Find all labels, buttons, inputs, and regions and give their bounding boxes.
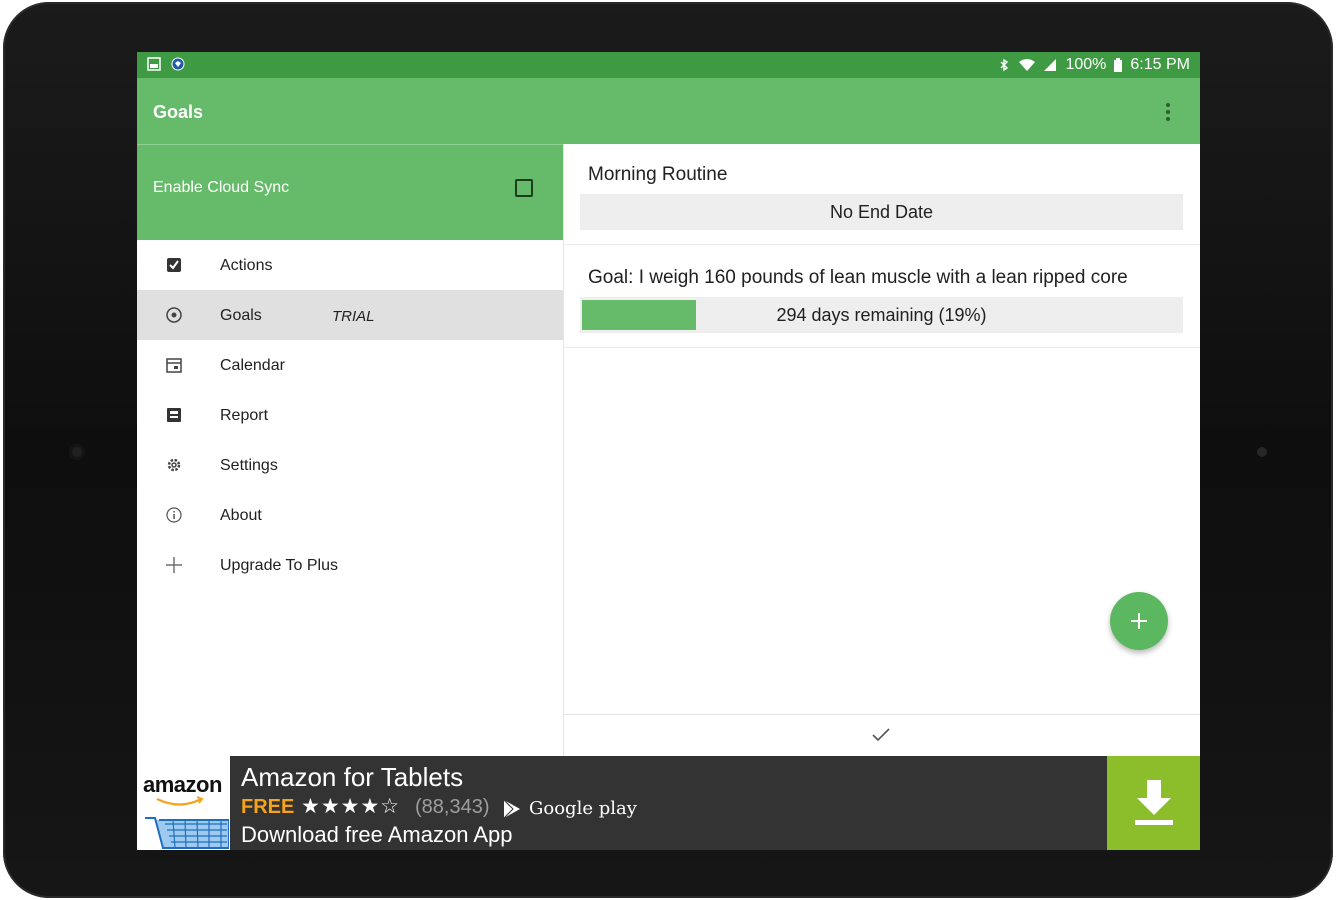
sidebar-item-label: Upgrade To Plus	[220, 557, 338, 574]
download-icon	[1134, 780, 1173, 825]
sidebar-item-settings[interactable]: Settings	[137, 440, 563, 490]
status-bar: 100% 6:15 PM	[137, 52, 1200, 78]
goal-status: 294 days remaining (19%)	[776, 305, 987, 325]
wifi-icon	[1019, 59, 1036, 71]
add-icon	[1131, 613, 1147, 629]
info-icon	[166, 507, 182, 523]
screen: 100% 6:15 PM Goals Enable Cloud Sync Act…	[137, 52, 1200, 850]
sidebar-item-label: Actions	[220, 257, 273, 274]
sidebar-item-goals[interactable]: Goals TRIAL	[137, 290, 563, 340]
checkbox-icon	[167, 258, 181, 272]
light-sensor	[1257, 447, 1267, 457]
sidebar-item-label: About	[220, 507, 262, 524]
notification-shield-icon	[171, 57, 185, 71]
cart-icon	[145, 817, 229, 849]
cell-signal-icon	[1044, 59, 1057, 71]
ad-title: Amazon for Tablets	[241, 762, 464, 792]
cloud-sync-row[interactable]: Enable Cloud Sync	[137, 144, 563, 240]
goal-progress: 294 days remaining (19%)	[580, 297, 1183, 333]
calendar-icon	[166, 358, 182, 373]
target-icon	[166, 307, 182, 323]
battery-icon	[1114, 58, 1123, 72]
front-camera	[69, 444, 85, 460]
more-vert-icon[interactable]	[1156, 100, 1180, 124]
ad-subtitle: Download free Amazon App	[241, 822, 513, 847]
report-icon	[167, 408, 181, 422]
sidebar-item-report[interactable]: Report	[137, 390, 563, 440]
sidebar-item-about[interactable]: About	[137, 490, 563, 540]
sidebar-item-upgrade[interactable]: Upgrade To Plus	[137, 540, 563, 590]
sidebar-item-label: Report	[220, 407, 269, 424]
goal-progress: No End Date	[580, 194, 1183, 230]
sidebar-item-actions[interactable]: Actions	[137, 240, 563, 290]
goal-card[interactable]: Morning Routine No End Date	[564, 144, 1200, 245]
trial-badge: TRIAL	[332, 308, 375, 325]
ad-rating-stars: ★★★★☆	[301, 795, 401, 818]
ad-store-label: Google play	[529, 798, 637, 819]
amazon-logo: amazon	[137, 756, 230, 850]
cloud-sync-label: Enable Cloud Sync	[153, 179, 290, 196]
plus-icon	[166, 557, 182, 573]
gear-icon	[167, 458, 181, 472]
google-play-icon	[503, 799, 520, 819]
goal-card[interactable]: Goal: I weigh 160 pounds of lean muscle …	[564, 245, 1200, 348]
goals-list: Morning Routine No End Date Goal: I weig…	[564, 144, 1200, 756]
ad-download-button[interactable]	[1107, 756, 1200, 850]
nav-drawer: Enable Cloud Sync Actions Goals TRIAL Ca…	[137, 144, 563, 756]
notification-image-icon	[147, 57, 161, 71]
cloud-sync-checkbox[interactable]	[515, 179, 533, 197]
completed-toggle[interactable]	[564, 714, 1200, 756]
goal-title: Morning Routine	[588, 164, 728, 185]
sidebar-item-label: Goals	[220, 307, 262, 324]
goal-status: No End Date	[829, 202, 934, 222]
amazon-smile-icon	[156, 796, 204, 806]
goal-title: Goal: I weigh 160 pounds of lean muscle …	[588, 267, 1128, 288]
check-icon	[872, 728, 890, 742]
app-bar: Goals	[137, 78, 1200, 144]
page-title: Goals	[153, 102, 204, 122]
clock: 6:15 PM	[1130, 56, 1190, 73]
sidebar-item-calendar[interactable]: Calendar	[137, 340, 563, 390]
sidebar-item-label: Settings	[220, 457, 278, 474]
bluetooth-icon	[1000, 58, 1009, 72]
ad-banner[interactable]: amazon Amazon for Tablets FREE ★★★★☆ (88…	[137, 756, 1200, 850]
amazon-logo-text: amazon	[143, 772, 222, 797]
sidebar-item-label: Calendar	[220, 357, 285, 374]
ad-price: FREE	[241, 796, 295, 818]
ad-rating-count: (88,343)	[415, 796, 490, 818]
add-goal-button[interactable]	[1110, 592, 1168, 650]
battery-percent: 100%	[1065, 56, 1107, 73]
